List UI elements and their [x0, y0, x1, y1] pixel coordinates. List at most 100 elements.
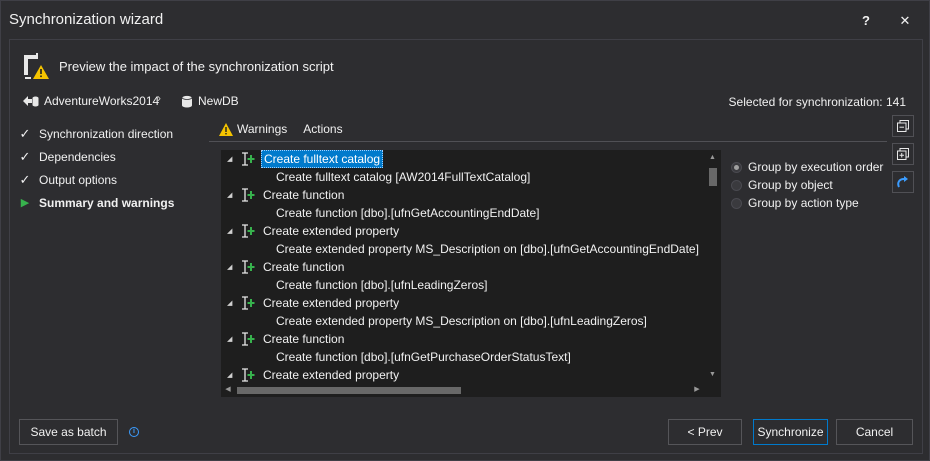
action-text: Create extended property MS_Description … — [276, 242, 699, 256]
expand-toggle-icon[interactable]: ◢ — [227, 335, 237, 343]
expand-toggle-icon[interactable]: ◢ — [227, 227, 237, 235]
selected-count: Selected for synchronization: 141 — [728, 95, 906, 109]
page-header-text: Preview the impact of the synchronizatio… — [59, 59, 334, 74]
radio-label: Group by object — [748, 178, 833, 192]
step-output-options[interactable]: ✓ Output options — [19, 168, 174, 191]
create-action-icon — [241, 296, 257, 310]
tab-warnings-label: Warnings — [237, 122, 288, 136]
expand-toggle-icon[interactable]: ◢ — [227, 299, 237, 307]
scroll-down-icon[interactable]: ▼ — [704, 367, 721, 383]
radio-label: Group by action type — [748, 196, 859, 210]
expand-toggle-icon[interactable]: ◢ — [227, 371, 237, 379]
action-text: Create extended property — [263, 224, 400, 238]
action-group-row[interactable]: ◢ Create extended property — [221, 222, 704, 240]
warning-icon — [219, 122, 233, 136]
expand-toggle-icon[interactable]: ◢ — [227, 263, 237, 271]
scroll-right-icon[interactable]: ▶ — [690, 383, 704, 397]
window-title: Synchronization wizard — [9, 11, 164, 28]
step-label: Synchronization direction — [39, 126, 174, 141]
action-row[interactable]: Create extended property MS_Description … — [221, 240, 704, 258]
action-row[interactable]: Create extended property MS_Description … — [221, 312, 704, 330]
action-row[interactable]: Create fulltext catalog [AW2014FullTextC… — [221, 168, 704, 186]
expand-toggle-icon[interactable]: ◢ — [227, 155, 237, 163]
action-text: Create function — [263, 260, 345, 274]
radio-dot — [731, 197, 742, 209]
collapse-all-button[interactable] — [892, 143, 914, 165]
checkmark-icon: ✓ — [19, 148, 31, 164]
action-row[interactable]: Create function [dbo].[ufnLeadingZeros] — [221, 276, 704, 294]
close-button[interactable]: ✕ — [894, 10, 916, 32]
expand-toggle-icon[interactable]: ◢ — [227, 191, 237, 199]
step-dependencies[interactable]: ✓ Dependencies — [19, 145, 174, 168]
radio-dot — [731, 161, 742, 173]
action-text: Create function [dbo].[ufnGetPurchaseOrd… — [276, 350, 571, 364]
synchronize-button[interactable]: Synchronize — [753, 419, 828, 445]
cancel-button[interactable]: Cancel — [836, 419, 913, 445]
vertical-scroll-thumb[interactable] — [709, 168, 717, 186]
create-action-icon — [241, 188, 257, 202]
action-text: Create extended property — [263, 368, 400, 382]
step-label: Output options — [39, 172, 118, 187]
step-synchronization-direction[interactable]: ✓ Synchronization direction — [19, 122, 174, 145]
source-database-icon — [23, 96, 39, 107]
collapse-all-icon — [897, 148, 909, 160]
source-database-name: AdventureWorks2014 — [44, 94, 160, 108]
action-group-row[interactable]: ◢ Create function — [221, 258, 704, 276]
step-label: Dependencies — [39, 149, 116, 164]
checkmark-icon: ✓ — [19, 125, 31, 141]
radio-group-by-action-type[interactable]: Group by action type — [731, 194, 883, 212]
action-text: Create function [dbo].[ufnLeadingZeros] — [276, 278, 488, 292]
create-action-icon — [241, 368, 257, 382]
target-database: NewDB — [181, 94, 239, 108]
step-summary-and-warnings[interactable]: ▶ Summary and warnings — [19, 191, 175, 214]
action-text: Create fulltext catalog [AW2014FullTextC… — [276, 170, 531, 184]
create-action-icon — [241, 332, 257, 346]
expand-all-icon — [897, 120, 909, 132]
create-action-icon — [241, 260, 257, 274]
refresh-button[interactable] — [892, 171, 914, 193]
save-as-batch-button[interactable]: Save as batch — [19, 419, 118, 445]
database-icon — [181, 94, 193, 107]
actions-list[interactable]: ◢ Create fulltext catalog Create fulltext … — [221, 150, 721, 397]
radio-label: Group by execution order — [748, 160, 884, 174]
tab-warnings[interactable]: Warnings — [219, 122, 287, 136]
action-text: Create function — [263, 188, 345, 202]
scroll-up-icon[interactable]: ▲ — [704, 150, 721, 166]
action-group-row[interactable]: ◢ Create function — [221, 330, 704, 348]
action-text: Create extended property MS_Description … — [276, 314, 647, 328]
tab-divider — [209, 141, 887, 142]
title-bar: Synchronization wizard ? ✕ — [1, 1, 929, 39]
action-group-row[interactable]: ◢ Create fulltext catalog — [221, 150, 704, 168]
prev-button[interactable]: < Prev — [668, 419, 742, 445]
actions-list-rows: ◢ Create fulltext catalog Create fulltext … — [221, 150, 704, 383]
help-button[interactable]: ? — [855, 10, 877, 32]
horizontal-scroll-thumb[interactable] — [237, 387, 461, 394]
wizard-steps: ✓ Synchronization direction ✓ Dependenci… — [19, 122, 175, 214]
horizontal-scrollbar[interactable]: ◀ ▶ — [221, 383, 704, 397]
scroll-left-icon[interactable]: ◀ — [221, 383, 235, 397]
action-text: Create function — [263, 332, 345, 346]
info-icon[interactable]: i — [129, 427, 139, 437]
step-label: Summary and warnings — [39, 195, 175, 210]
action-group-row[interactable]: ◢ Create extended property — [221, 366, 704, 383]
radio-group-by-object[interactable]: Group by object — [731, 176, 883, 194]
grouping-options: Group by execution order Group by object… — [731, 158, 883, 212]
database-warning-icon — [24, 53, 49, 79]
create-action-icon — [241, 224, 257, 238]
action-text: Create function [dbo].[ufnGetAccountingE… — [276, 206, 540, 220]
target-database-name: NewDB — [198, 94, 239, 108]
action-group-row[interactable]: ◢ Create extended property — [221, 294, 704, 312]
action-group-row[interactable]: ◢ Create function — [221, 186, 704, 204]
radio-group-by-execution-order[interactable]: Group by execution order — [731, 158, 883, 176]
tab-actions[interactable]: Actions — [303, 122, 342, 136]
redo-arrow-icon — [897, 176, 908, 188]
expand-all-button[interactable] — [892, 115, 914, 137]
action-text: Create extended property — [263, 296, 400, 310]
vertical-scrollbar[interactable]: ▲ ▼ — [704, 150, 721, 383]
tab-strip: Warnings Actions — [219, 118, 343, 140]
action-row[interactable]: Create function [dbo].[ufnGetPurchaseOrd… — [221, 348, 704, 366]
source-database: AdventureWorks2014 — [23, 94, 159, 108]
tab-actions-label: Actions — [303, 122, 343, 136]
checkmark-icon: ✓ — [19, 171, 31, 187]
action-row[interactable]: Create function [dbo].[ufnGetAccountingE… — [221, 204, 704, 222]
